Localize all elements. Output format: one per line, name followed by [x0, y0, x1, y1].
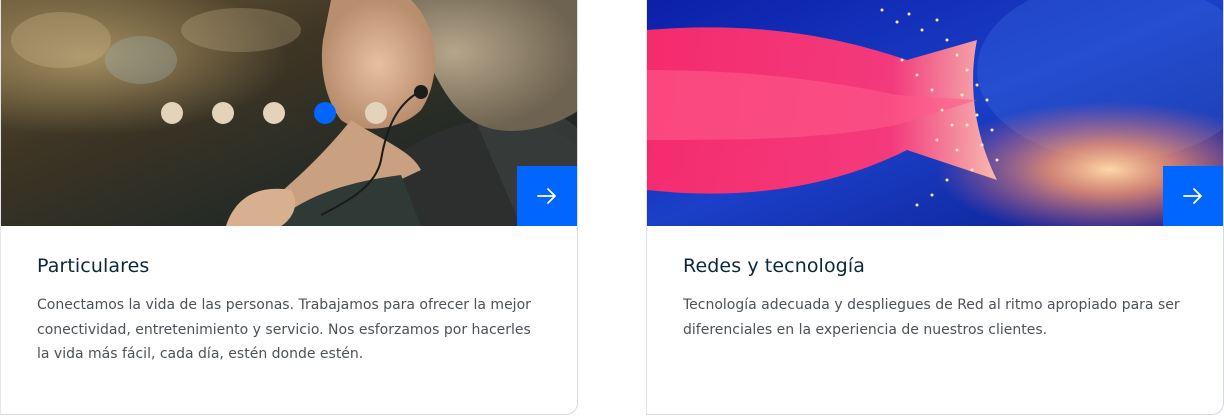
redes-arrow-button[interactable]: [1163, 166, 1223, 226]
card-image-redes: [647, 0, 1223, 226]
carousel-dot-2[interactable]: [212, 102, 234, 124]
fiber-optic-cables-photo: [647, 0, 1223, 226]
card-particulares: Particulares Conectamos la vida de las p…: [0, 0, 578, 415]
particulares-arrow-button[interactable]: [517, 166, 577, 226]
card-description: Tecnología adecuada y despliegues de Red…: [683, 297, 1180, 338]
carousel-dot-5[interactable]: [365, 102, 387, 124]
card-image-particulares: [1, 0, 577, 226]
carousel-pagination: [161, 102, 387, 124]
card-title: Particulares: [37, 255, 150, 277]
arrow-right-icon: [1183, 188, 1202, 204]
arrow-right-icon: [537, 188, 556, 204]
card-title: Redes y tecnología: [683, 255, 865, 277]
carousel-dot-3[interactable]: [263, 102, 285, 124]
card-redes-tecnologia: Redes y tecnología Tecnología adecuada y…: [646, 0, 1224, 415]
card-description: Conectamos la vida de las personas. Trab…: [37, 297, 531, 362]
carousel-dot-1[interactable]: [161, 102, 183, 124]
carousel-dot-4[interactable]: [314, 102, 336, 124]
